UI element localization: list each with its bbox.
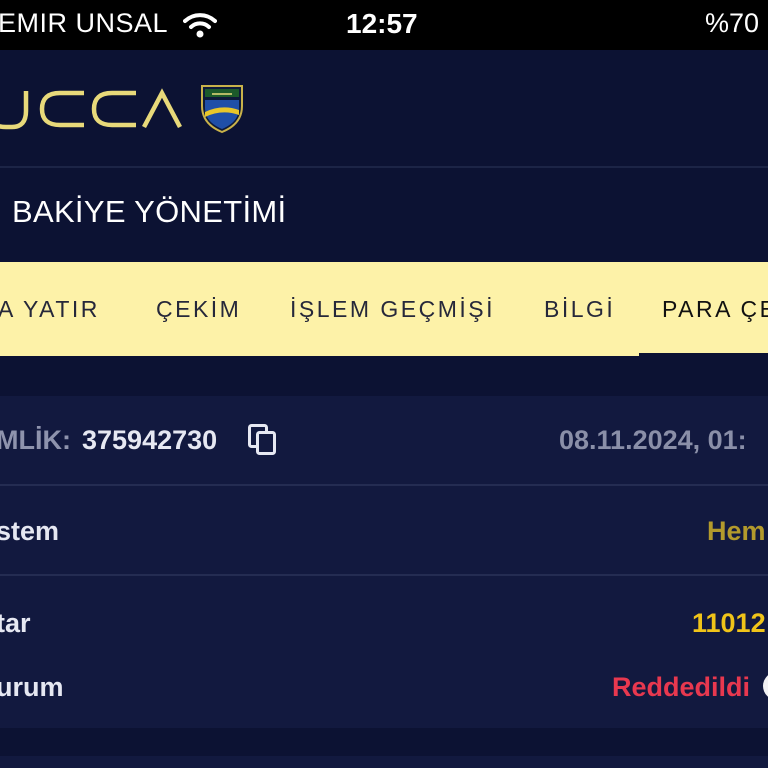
page-title: BAKİYE YÖNETİMİ (12, 194, 287, 229)
wifi-icon (183, 13, 217, 38)
battery-level: %70 (705, 8, 760, 38)
clock: 12:57 (346, 8, 418, 39)
copy-icon[interactable] (248, 424, 278, 456)
system-value: Hem (707, 516, 766, 546)
system-label: stem (0, 516, 60, 546)
club-shield-icon (201, 85, 243, 134)
row-divider (0, 484, 768, 486)
amount-label: tar (0, 608, 31, 638)
transaction-card: MLİK: 375942730 08.11.2024, 01: stem Hem… (0, 396, 768, 728)
transaction-id-label: MLİK: (0, 425, 71, 455)
tab-bar: A YATIR ÇEKİM İŞLEM GEÇMİŞİ BİLGİ PARA Ç… (0, 262, 768, 356)
brand-logo[interactable] (0, 87, 186, 131)
status-label: urum (0, 672, 64, 702)
transaction-date: 08.11.2024, 01: (559, 425, 747, 455)
transaction-id-value: 375942730 (82, 425, 218, 455)
status-bar: EMIR UNSAL 12:57 %70 (0, 0, 768, 50)
tab-withdraw[interactable]: ÇEKİM (156, 262, 241, 356)
next-transaction-card (0, 756, 768, 768)
header-divider (0, 166, 768, 168)
balance-management-screen: EMIR UNSAL 12:57 %70 BAKİYE YÖNETİMİ A Y… (0, 0, 768, 768)
amount-value: 11012 (692, 608, 766, 638)
tab-withdrawal-requests[interactable]: PARA ÇE (662, 262, 768, 356)
status-badge: Reddedildi (612, 672, 751, 702)
row-divider (0, 574, 768, 576)
tab-deposit[interactable]: A YATIR (0, 262, 100, 356)
tab-info[interactable]: BİLGİ (544, 262, 615, 356)
brand-header (0, 50, 768, 166)
active-tab-indicator (639, 353, 768, 358)
carrier-name: EMIR UNSAL (0, 8, 169, 38)
tab-transaction-history[interactable]: İŞLEM GEÇMİŞİ (290, 262, 495, 356)
